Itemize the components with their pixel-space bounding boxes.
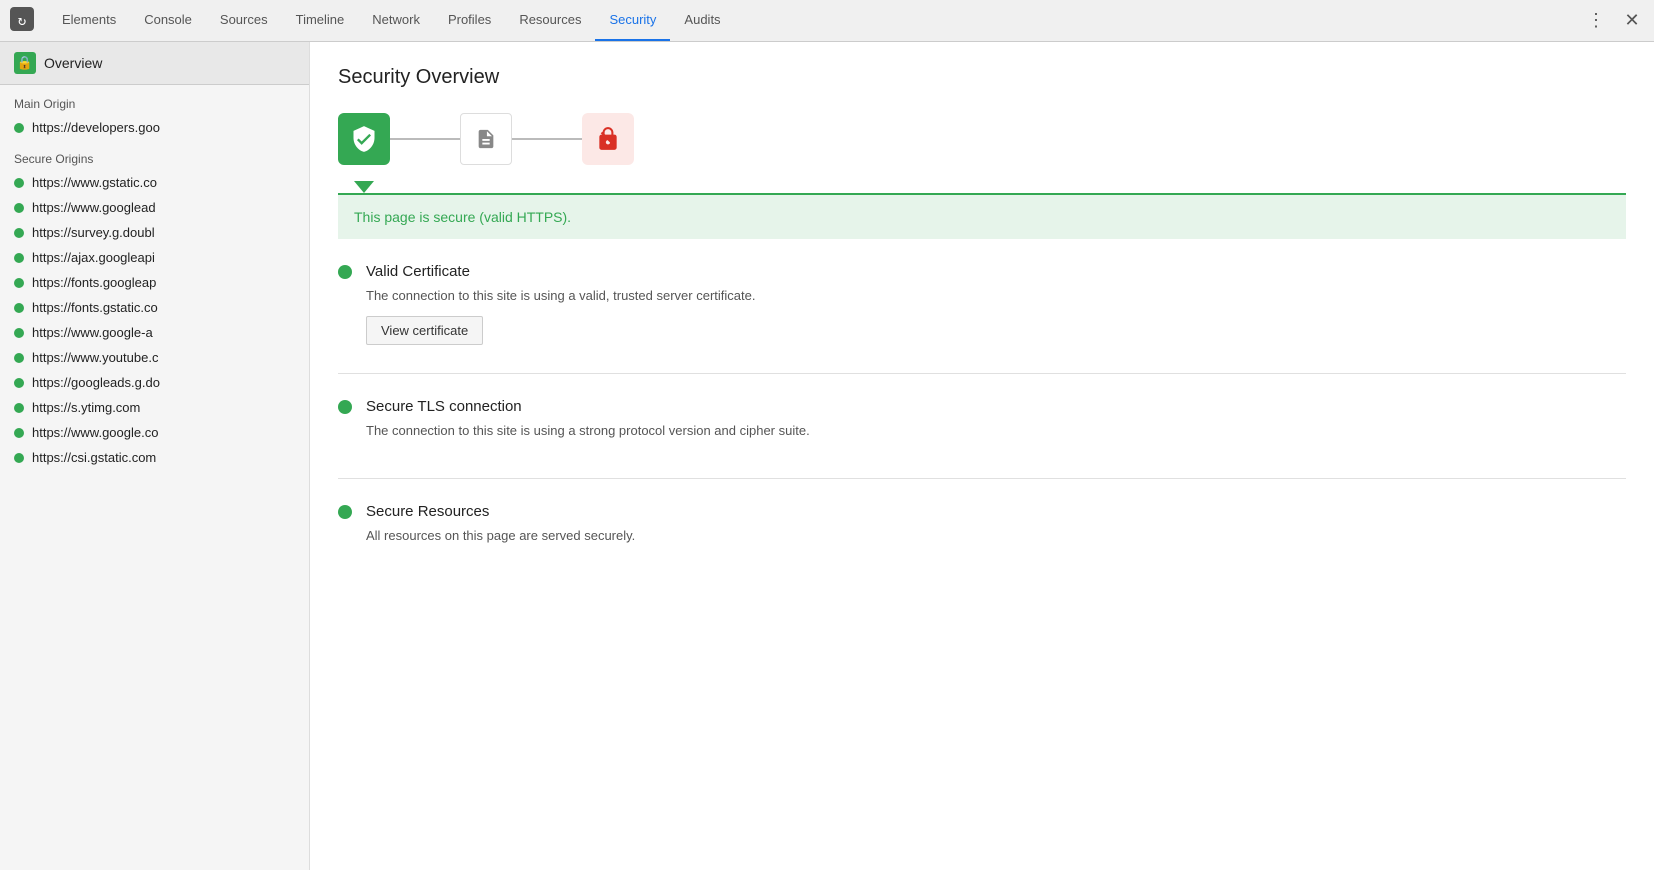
- sidebar-origin-item[interactable]: https://www.youtube.c: [0, 345, 309, 370]
- security-item-desc: All resources on this page are served se…: [366, 526, 635, 546]
- tab-timeline[interactable]: Timeline: [282, 0, 359, 41]
- sidebar-origin-item[interactable]: https://csi.gstatic.com: [0, 445, 309, 470]
- tab-resources[interactable]: Resources: [505, 0, 595, 41]
- main-origin-section-title: Main Origin: [0, 85, 309, 115]
- origins-list: https://www.gstatic.co https://www.google…: [0, 170, 309, 470]
- origin-url: https://www.googlead: [32, 200, 156, 215]
- sidebar-origin-item[interactable]: https://www.google.co: [0, 420, 309, 445]
- green-dot-icon: [14, 203, 24, 213]
- security-item-content: Valid Certificate The connection to this…: [366, 263, 755, 345]
- sidebar-origin-item[interactable]: https://www.gstatic.co: [0, 170, 309, 195]
- green-dot-icon: [14, 328, 24, 338]
- green-dot-icon: [14, 378, 24, 388]
- content-panel: Security Overview: [310, 42, 1654, 870]
- tab-security[interactable]: Security: [595, 0, 670, 41]
- origin-url: https://fonts.gstatic.co: [32, 300, 158, 315]
- tab-elements[interactable]: Elements: [48, 0, 130, 41]
- green-dot-icon: [14, 278, 24, 288]
- sidebar-origin-item[interactable]: https://www.googlead: [0, 195, 309, 220]
- overview-lock-icon: 🔒: [14, 52, 36, 74]
- sidebar-origin-item[interactable]: https://survey.g.doubl: [0, 220, 309, 245]
- green-dot-icon: [14, 303, 24, 313]
- main-origin-item[interactable]: https://developers.goo: [0, 115, 309, 140]
- origin-url: https://www.youtube.c: [32, 350, 158, 365]
- toolbar: ↻ ElementsConsoleSourcesTimelineNetworkP…: [0, 0, 1654, 42]
- tab-network[interactable]: Network: [358, 0, 434, 41]
- tab-audits[interactable]: Audits: [670, 0, 734, 41]
- more-options-button[interactable]: ⋮: [1582, 7, 1610, 35]
- main-layout: 🔒 Overview Main Origin https://developer…: [0, 42, 1654, 870]
- green-dot-icon: [14, 253, 24, 263]
- tab-console[interactable]: Console: [130, 0, 206, 41]
- green-dot-icon: [14, 123, 24, 133]
- security-item-title: Secure TLS connection: [366, 398, 810, 415]
- security-item-content: Secure Resources All resources on this p…: [366, 503, 635, 556]
- diag-insecure-icon: [582, 113, 634, 165]
- green-dot-icon: [14, 428, 24, 438]
- diag-line-1: [390, 138, 460, 140]
- toolbar-tabs: ElementsConsoleSourcesTimelineNetworkPro…: [48, 0, 1582, 41]
- origin-url: https://www.google-a: [32, 325, 153, 340]
- sidebar: 🔒 Overview Main Origin https://developer…: [0, 42, 310, 870]
- arrow-indicator: [338, 181, 1626, 193]
- tab-sources[interactable]: Sources: [206, 0, 282, 41]
- security-item-title: Secure Resources: [366, 503, 635, 520]
- security-item-desc: The connection to this site is using a v…: [366, 286, 755, 306]
- sidebar-origin-item[interactable]: https://googleads.g.do: [0, 370, 309, 395]
- devtools-logo: ↻: [8, 5, 40, 37]
- security-item-desc: The connection to this site is using a s…: [366, 421, 810, 441]
- diag-line-2: [512, 138, 582, 140]
- origin-url: https://ajax.googleapi: [32, 250, 155, 265]
- green-dot-icon: [14, 453, 24, 463]
- sidebar-origin-item[interactable]: https://ajax.googleapi: [0, 245, 309, 270]
- security-dot-icon: [338, 400, 352, 414]
- origin-url: https://fonts.googleap: [32, 275, 156, 290]
- secure-origins-section-title: Secure Origins: [0, 140, 309, 170]
- green-dot-icon: [14, 228, 24, 238]
- secure-banner: This page is secure (valid HTTPS).: [338, 193, 1626, 239]
- origin-url: https://survey.g.doubl: [32, 225, 155, 240]
- sidebar-origin-item[interactable]: https://www.google-a: [0, 320, 309, 345]
- security-diagram: [338, 113, 1626, 165]
- svg-text:↻: ↻: [18, 13, 26, 29]
- green-dot-icon: [14, 178, 24, 188]
- security-dot-icon: [338, 265, 352, 279]
- green-dot-icon: [14, 353, 24, 363]
- sidebar-origin-item[interactable]: https://fonts.googleap: [0, 270, 309, 295]
- sidebar-origin-item[interactable]: https://s.ytimg.com: [0, 395, 309, 420]
- main-origin-url: https://developers.goo: [32, 120, 160, 135]
- origin-url: https://www.google.co: [32, 425, 158, 440]
- diag-secure-icon: [338, 113, 390, 165]
- page-title: Security Overview: [338, 66, 1626, 89]
- arrow-down-icon: [354, 181, 374, 193]
- view-certificate-button[interactable]: View certificate: [366, 316, 483, 345]
- origin-url: https://s.ytimg.com: [32, 400, 140, 415]
- security-item-title: Valid Certificate: [366, 263, 755, 280]
- security-dot-icon: [338, 505, 352, 519]
- toolbar-right: ⋮ ✕: [1582, 7, 1646, 35]
- sidebar-overview-item[interactable]: 🔒 Overview: [0, 42, 309, 85]
- origin-url: https://www.gstatic.co: [32, 175, 157, 190]
- green-dot-icon: [14, 403, 24, 413]
- sidebar-overview-label: Overview: [44, 55, 102, 71]
- sidebar-origin-item[interactable]: https://fonts.gstatic.co: [0, 295, 309, 320]
- secure-message: This page is secure (valid HTTPS).: [354, 209, 571, 225]
- diag-document-icon: [460, 113, 512, 165]
- tab-profiles[interactable]: Profiles: [434, 0, 505, 41]
- security-item-content: Secure TLS connection The connection to …: [366, 398, 810, 451]
- close-button[interactable]: ✕: [1618, 7, 1646, 35]
- security-sections: Valid Certificate The connection to this…: [338, 263, 1626, 556]
- origin-url: https://googleads.g.do: [32, 375, 160, 390]
- origin-url: https://csi.gstatic.com: [32, 450, 156, 465]
- security-item-tls: Secure TLS connection The connection to …: [338, 398, 1626, 451]
- security-item-resources: Secure Resources All resources on this p…: [338, 503, 1626, 556]
- security-item-certificate: Valid Certificate The connection to this…: [338, 263, 1626, 345]
